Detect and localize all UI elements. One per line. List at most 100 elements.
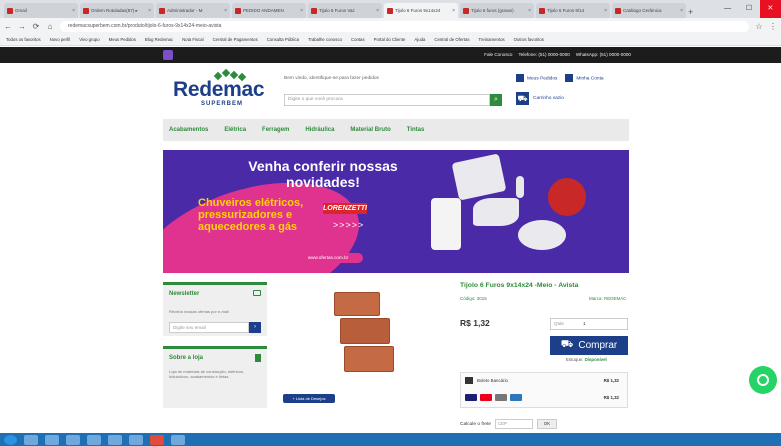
shower-product-image <box>451 153 507 201</box>
buy-button[interactable]: ⛟ Comprar <box>550 336 628 355</box>
browser-tab[interactable]: Catálogo Cerâmica × <box>612 3 686 18</box>
menu-item[interactable]: Ferragem <box>262 127 289 133</box>
wishlist-button[interactable]: + Lista de Desejos <box>283 394 335 403</box>
extensions-icon[interactable]: ⋮ <box>769 22 777 31</box>
browser-tab[interactable]: Administrador - M × <box>156 3 230 18</box>
browser-tab[interactable]: Tijolo 6 Furos Vaz × <box>308 3 382 18</box>
pressurizer-product-image <box>518 220 566 250</box>
minimize-icon[interactable]: — <box>717 0 738 18</box>
menu-item[interactable]: Elétrica <box>224 127 246 133</box>
bookmark-item[interactable]: Central de Ofertas <box>434 37 469 42</box>
quantity-field[interactable]: Qtde 1 <box>550 318 628 330</box>
tab-close-icon[interactable]: × <box>148 8 151 14</box>
product-image[interactable] <box>330 290 400 374</box>
contact-item[interactable]: Fale Conosco <box>484 47 512 63</box>
tab-close-icon[interactable]: × <box>376 8 379 14</box>
newsletter-title: Newsletter <box>169 291 200 297</box>
url-field[interactable]: redemacsuperbem.com.br/produto/tijolo-6-… <box>60 20 749 32</box>
browser-tab[interactable]: Tijolo 6 furos (gravar) × <box>460 3 534 18</box>
bookmark-item[interactable]: Ajuda <box>414 37 425 42</box>
new-tab-icon[interactable]: + <box>688 8 698 18</box>
browser-tab[interactable]: PEDIDO ANDAMEN × <box>232 3 306 18</box>
tab-close-icon[interactable]: × <box>604 8 607 14</box>
whatsapp-icon[interactable] <box>749 366 777 394</box>
search-button[interactable]: ⌕ <box>490 94 502 106</box>
bookmark-item[interactable]: Vivo grupo <box>79 37 99 42</box>
bookmark-item[interactable]: Outros favoritos <box>514 37 544 42</box>
newsletter-email-input[interactable]: Digite seu email <box>169 322 249 333</box>
bookmark-item[interactable]: Meus Pedidos <box>109 37 136 42</box>
payment-options: Boleto Bancário R$ 1,32 R$ 1,32 <box>460 372 628 408</box>
browser-tab[interactable]: Ordem Rotuladas(87) ▸ × <box>80 3 154 18</box>
bookmark-item[interactable]: Todos os favoritos <box>6 37 41 42</box>
bookmark-item[interactable]: Treinamentos <box>479 37 505 42</box>
bookmark-item[interactable]: Consulta Pública <box>267 37 299 42</box>
my-orders-link[interactable]: Meus Pedidos <box>516 74 557 82</box>
favicon-icon <box>311 7 317 14</box>
bookmark-item[interactable]: Trabalhe conosco <box>308 37 342 42</box>
accessory-product-image <box>516 176 524 198</box>
taskbar-app-icon[interactable] <box>24 434 38 445</box>
forward-icon[interactable]: → <box>18 22 26 31</box>
tab-label: Gmail <box>15 8 27 13</box>
brick-2 <box>340 318 390 344</box>
taskbar-app-icon[interactable] <box>87 434 101 445</box>
taskbar-app-icon[interactable] <box>171 434 185 445</box>
browser-tab[interactable]: Tijolo 6 Furos 9/14 × <box>536 3 610 18</box>
tab-close-icon[interactable]: × <box>72 8 75 14</box>
taskbar-app-icon[interactable] <box>108 434 122 445</box>
account-links: Meus Pedidos Minha Conta <box>516 74 604 82</box>
cart-label: Carrinho vazio <box>533 96 564 101</box>
bookmark-item[interactable]: Portal do Cliente <box>374 37 406 42</box>
maximize-icon[interactable]: ☐ <box>738 0 759 18</box>
tab-close-icon[interactable]: × <box>528 8 531 14</box>
taskbar-app-icon[interactable] <box>45 434 59 445</box>
taskbar-app-icon[interactable] <box>66 434 80 445</box>
newsletter-submit-button[interactable]: › <box>249 322 261 333</box>
chrome-taskbar-icon[interactable] <box>150 434 164 445</box>
cart-link[interactable]: ⛟ Carrinho vazio <box>516 92 564 105</box>
brand-chip-icon <box>163 50 173 60</box>
bookmark-item[interactable]: Blog Redemac <box>145 37 173 42</box>
banner-url[interactable]: www.ofertas.com.br <box>293 253 363 263</box>
welcome-text[interactable]: Bem vindo, identifique-se para fazer ped… <box>284 76 379 81</box>
home-icon[interactable]: ⌂ <box>46 22 54 31</box>
tab-close-icon[interactable]: × <box>680 8 683 14</box>
bookmark-item[interactable]: Nota Fiscal <box>182 37 204 42</box>
banner-arrows: >>>>> <box>333 220 365 230</box>
browser-tab[interactable]: Gmail × <box>4 3 78 18</box>
favicon-icon <box>235 7 241 14</box>
favicon-icon <box>7 7 13 14</box>
tab-close-icon[interactable]: × <box>300 8 303 14</box>
bookmark-item[interactable]: Novo perfil <box>50 37 71 42</box>
my-account-link[interactable]: Minha Conta <box>565 74 604 82</box>
tab-close-icon[interactable]: × <box>224 8 227 14</box>
reload-icon[interactable]: ⟳ <box>32 22 40 31</box>
back-icon[interactable]: ← <box>4 22 12 31</box>
menu-item[interactable]: Hidráulica <box>305 127 334 133</box>
star-icon[interactable]: ☆ <box>755 22 763 31</box>
amex-icon <box>510 394 522 401</box>
envelope-icon <box>253 290 261 296</box>
taskbar-app-icon[interactable] <box>129 434 143 445</box>
search-input[interactable]: Digite o que você procura <box>284 94 490 106</box>
browser-tab[interactable]: Tijolo 6 Furos 9x14x24 × <box>384 3 458 18</box>
start-icon[interactable] <box>4 434 17 445</box>
contact-item[interactable]: Telefone: (51) 0000-0000 <box>518 47 569 63</box>
menu-item[interactable]: Acabamentos <box>169 127 208 133</box>
menu-item[interactable]: Tintas <box>407 127 425 133</box>
close-window-icon[interactable]: ✕ <box>759 0 781 18</box>
contact-item[interactable]: WhatsApp: (51) 0000-0000 <box>576 47 631 63</box>
shipping-ok-button[interactable]: OK <box>536 419 557 429</box>
tab-close-icon[interactable]: × <box>452 8 455 14</box>
about-text: Loja de materiais de construção, elétric… <box>169 369 244 379</box>
cart-icon: ⛟ <box>516 92 529 105</box>
menu-item[interactable]: Material Bruto <box>350 127 390 133</box>
site-logo[interactable]: Redemac <box>173 78 265 102</box>
bookmark-item[interactable]: Central de Pagamentos <box>213 37 258 42</box>
cep-input[interactable]: CEP <box>494 419 533 429</box>
bookmark-item[interactable]: Contas <box>351 37 365 42</box>
banner-brand: LORENZETTI <box>323 203 367 214</box>
promo-banner[interactable]: Venha conferir nossas novidades! Chuveir… <box>163 150 629 273</box>
about-store-box: Sobre a loja Loja de materiais de constr… <box>163 346 267 408</box>
